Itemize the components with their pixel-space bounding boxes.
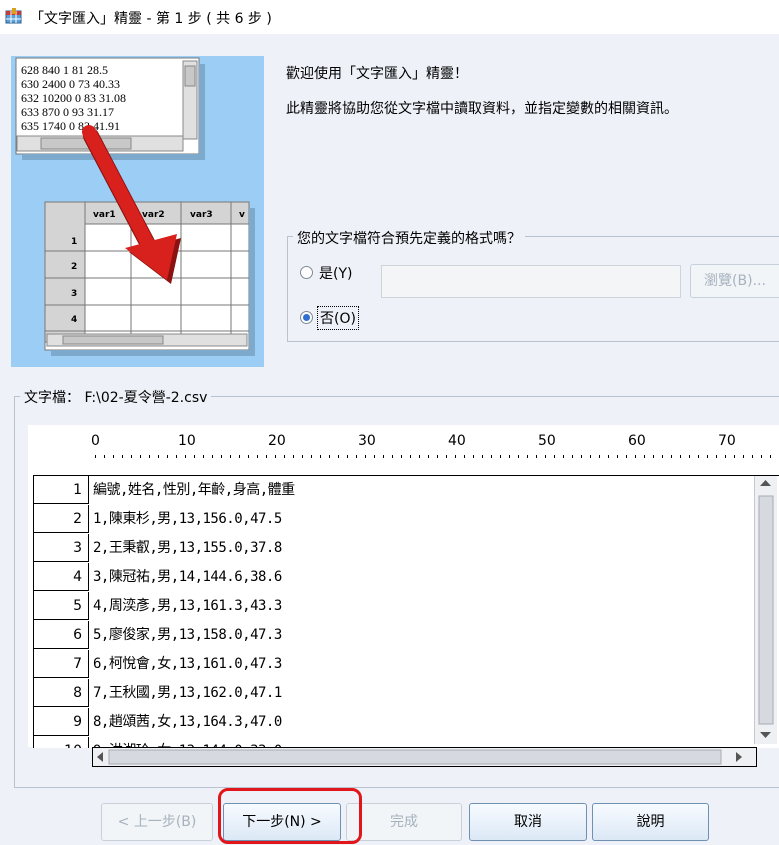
ruler-number: 50 — [538, 433, 556, 449]
illus-source-line: 635 1740 0 83 41.91 — [21, 119, 120, 133]
scroll-left-icon — [97, 752, 103, 762]
help-button[interactable]: 說明 — [592, 803, 709, 841]
description-text: 此精靈將協助您從文字檔中讀取資料，並指定變數的相關資訊。 — [286, 101, 678, 117]
illus-row-number: 1 — [71, 237, 77, 247]
row-number: 9 — [34, 708, 89, 736]
spss-table-icon — [5, 8, 22, 24]
wizard-illustration: 628 840 1 81 28.5 630 2400 0 73 40.33 63… — [11, 56, 264, 367]
illus-source-line: 632 10200 0 83 31.08 — [21, 91, 126, 105]
row-text: 1,陳東杉,男,13,156.0,47.5 — [93, 511, 282, 527]
row-text: 6,柯悅會,女,13,161.0,47.3 — [93, 656, 282, 672]
illus-source-line: 633 870 0 93 31.17 — [21, 105, 114, 119]
scroll-thumb — [108, 749, 722, 765]
illus-source-line: 630 2400 0 73 40.33 — [21, 77, 120, 91]
illus-col-header: var2 — [142, 210, 165, 220]
back-button[interactable]: < 上一步(B) — [101, 803, 213, 841]
illus-col-header: var1 — [93, 210, 116, 220]
row-number: 2 — [34, 505, 89, 533]
illus-col-header: var3 — [190, 210, 213, 220]
scroll-up-icon — [760, 480, 771, 486]
format-group-legend: 您的文字檔符合預先定義的格式嗎？ — [293, 228, 525, 248]
ruler-number: 10 — [178, 433, 196, 449]
data-preview: 1 2 3 4 5 6 7 8 9 10 編號,姓名,性別,年齡,身高,體重 1… — [33, 475, 779, 748]
browse-button[interactable]: 瀏覽(B)... — [690, 264, 779, 298]
ruler-number: 20 — [268, 433, 286, 449]
row-text: 編號,姓名,性別,年齡,身高,體重 — [93, 482, 295, 498]
illus-source-line: 628 840 1 81 28.5 — [21, 63, 108, 77]
vertical-scrollbar[interactable] — [754, 476, 777, 744]
row-number: 4 — [34, 563, 89, 591]
format-file-input[interactable] — [381, 265, 681, 298]
row-text: 8,趙頌茜,女,13,164.3,47.0 — [93, 714, 282, 730]
row-text: 4,周湙彥,男,13,161.3,43.3 — [93, 598, 282, 614]
horizontal-scrollbar[interactable] — [92, 747, 757, 767]
row-number: 7 — [34, 650, 89, 678]
finish-button[interactable]: 完成 — [346, 803, 462, 841]
yes-radio[interactable] — [300, 266, 313, 279]
illus-row-number: 3 — [71, 289, 77, 299]
welcome-text: 歡迎使用「文字匯入」精靈！ — [286, 66, 468, 82]
row-number: 3 — [34, 534, 89, 562]
row-number: 10 — [34, 737, 89, 748]
row-number: 6 — [34, 621, 89, 649]
no-radio-label[interactable]: 否(O) — [317, 306, 359, 330]
row-number: 8 — [34, 679, 89, 707]
ruler-number: 40 — [448, 433, 466, 449]
illus-col-header: v — [239, 210, 245, 220]
title-bar: 「文字匯入」精靈 - 第 1 步 ( 共 6 步 ) — [0, 0, 779, 34]
ruler-number: 70 — [718, 433, 736, 449]
illus-row-number: 4 — [71, 315, 77, 325]
ruler-number: 60 — [628, 433, 646, 449]
ruler-number: 30 — [358, 433, 376, 449]
ruler-ticks — [95, 450, 779, 458]
scroll-thumb — [758, 495, 774, 725]
row-number: 5 — [34, 592, 89, 620]
row-text: 7,王秋國,男,13,162.0,47.1 — [93, 685, 282, 701]
file-group-legend: 文字檔： F:\02-夏令營-2.csv — [20, 387, 212, 407]
scroll-down-icon — [760, 732, 771, 738]
window-title: 「文字匯入」精靈 - 第 1 步 ( 共 6 步 ) — [30, 11, 272, 27]
row-text: 5,廖俊家,男,13,158.0,47.3 — [93, 627, 282, 643]
row-text: 2,王秉叡,男,13,155.0,37.8 — [93, 540, 282, 556]
ruler-number: 0 — [91, 433, 100, 449]
row-text: 3,陳冠祐,男,14,144.6,38.6 — [93, 569, 282, 585]
no-radio[interactable] — [300, 311, 313, 324]
illus-row-number: 2 — [71, 262, 77, 272]
scroll-right-icon — [736, 752, 742, 762]
yes-radio-label[interactable]: 是(Y) — [319, 263, 352, 283]
cancel-button[interactable]: 取消 — [469, 803, 587, 841]
next-button-highlight — [218, 788, 362, 844]
row-number: 1 — [34, 476, 89, 504]
